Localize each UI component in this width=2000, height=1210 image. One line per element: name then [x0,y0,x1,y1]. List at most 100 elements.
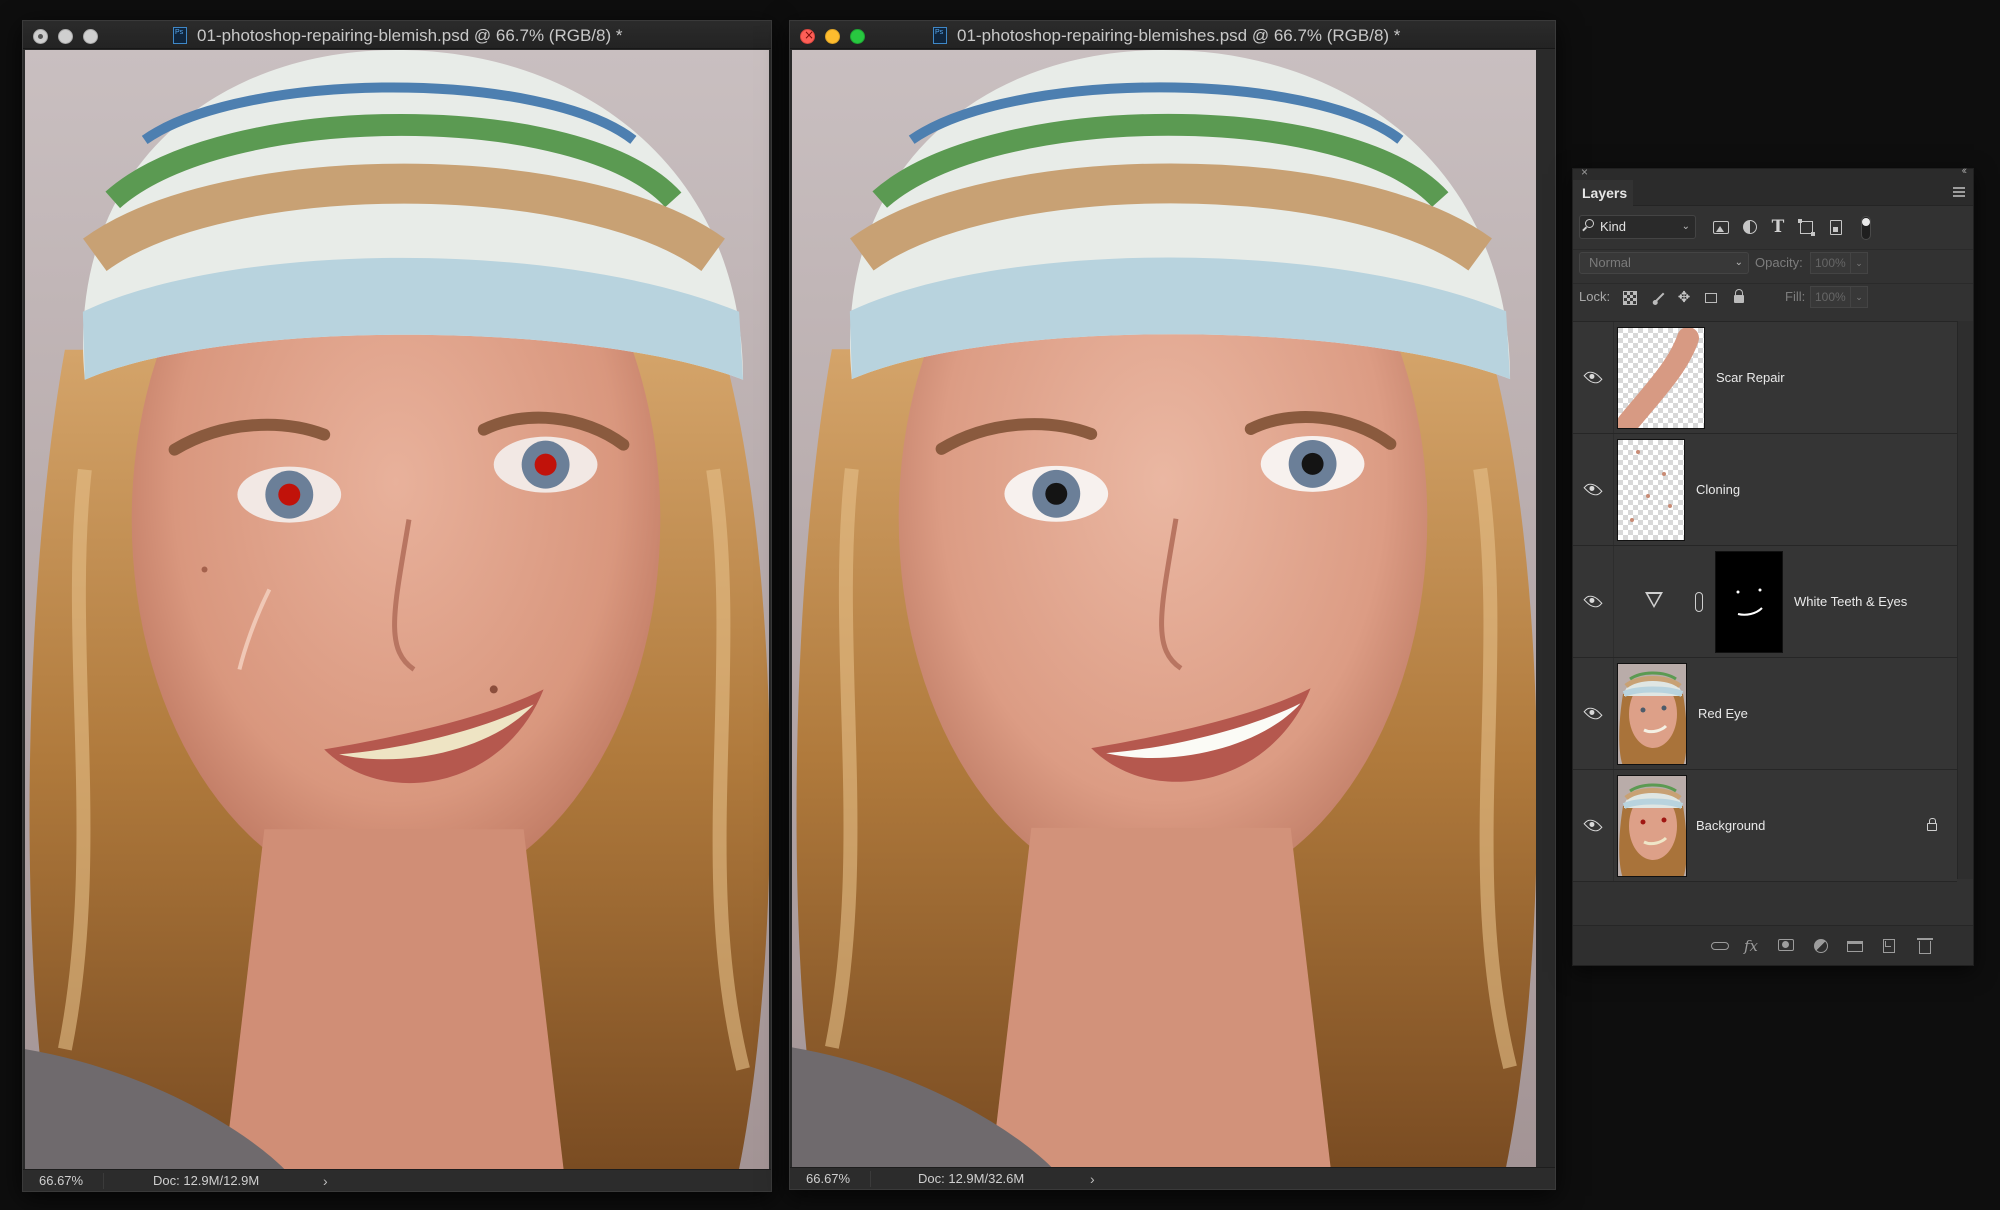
document-canvas[interactable] [792,50,1536,1167]
filter-kind-label: Kind [1600,219,1627,234]
document-title: 01-photoshop-repairing-blemish.psd @ 66.… [173,26,622,46]
collapse-panel-icon[interactable]: ‹‹ [1962,165,1968,177]
column-divider [1613,770,1614,881]
layer-row-white-teeth-eyes[interactable]: White Teeth & Eyes [1573,546,1957,658]
minimize-button[interactable] [58,29,73,44]
visibility-eye-icon[interactable] [1583,591,1603,611]
psd-document-icon [933,27,947,44]
cloning-spots-thumbnail [1630,449,1672,522]
layer-thumbnail [1617,774,1687,877]
blend-mode-row: Normal ⌄ Opacity: 100% ⌄ [1573,249,1973,275]
status-divider [103,1173,104,1189]
search-icon [1585,219,1594,228]
adjustment-layer-filter-icon[interactable] [1743,220,1757,234]
status-divider [870,1171,871,1187]
zoom-button[interactable] [83,29,98,44]
zoom-level[interactable]: 66.67% [806,1168,850,1190]
tab-layers[interactable]: Layers [1573,180,1633,206]
layer-thumbnail [1617,662,1687,765]
portrait-photo-after [792,50,1536,1167]
lock-image-pixels-icon[interactable] [1649,289,1665,304]
layer-name[interactable]: White Teeth & Eyes [1794,594,1907,609]
document-title: 01-photoshop-repairing-blemishes.psd @ 6… [933,26,1400,46]
delete-layer-icon[interactable] [1917,938,1933,954]
minimize-button[interactable] [825,29,840,44]
lock-position-icon[interactable]: ✥ [1677,290,1691,305]
blend-mode-select[interactable]: Normal ⌄ [1579,252,1749,274]
opacity-field[interactable]: 100% [1810,252,1850,274]
lock-artboard-icon[interactable] [1705,293,1717,303]
layers-panel: × ‹‹ Layers Kind ⌄ T Normal ⌄ Opacity: 1… [1572,165,1974,966]
shape-layer-filter-icon[interactable] [1798,219,1815,236]
close-panel-icon[interactable]: × [1581,165,1588,179]
layers-scrollbar[interactable] [1957,321,1973,879]
layer-filter-row: Kind ⌄ T [1573,214,1973,242]
layer-row-background[interactable]: Background [1573,770,1957,882]
layer-row-scar-repair[interactable]: Scar Repair [1573,322,1957,434]
lock-all-icon[interactable] [1734,289,1744,303]
document-window-original: 01-photoshop-repairing-blemish.psd @ 66.… [22,20,772,1192]
lock-transparent-pixels-icon[interactable] [1623,291,1637,305]
photoshop-workspace: 01-photoshop-repairing-blemish.psd @ 66.… [0,0,2000,1210]
visibility-eye-icon[interactable] [1583,479,1603,499]
doc-size-info: Doc: 12.9M/32.6M [918,1171,1025,1186]
panel-menu-icon[interactable] [1953,187,1965,197]
mask-link-icon[interactable] [1695,591,1703,612]
doc-size-info: Doc: 12.9M/12.9M [153,1173,260,1188]
panel-tab-bar: Layers [1573,180,1973,206]
layer-name[interactable]: Red Eye [1698,706,1748,721]
chevron-down-icon: ⌄ [1734,257,1743,268]
fill-field[interactable]: 100% [1810,286,1850,308]
zoom-button[interactable] [850,29,865,44]
layer-mask-thumbnail[interactable] [1715,550,1783,653]
layer-style-fx-icon[interactable]: fx [1743,939,1759,954]
new-layer-icon[interactable] [1883,939,1895,953]
smart-object-filter-icon[interactable] [1830,220,1842,235]
visibility-eye-icon[interactable] [1583,703,1603,723]
opacity-label: Opacity: [1755,255,1803,270]
column-divider [1613,322,1614,433]
column-divider [1613,658,1614,769]
type-layer-filter-icon[interactable]: T [1769,218,1787,236]
link-layers-icon[interactable] [1711,942,1729,950]
panel-header-strip[interactable]: × ‹‹ [1573,165,1973,180]
filter-kind-select[interactable]: Kind ⌄ [1579,215,1696,239]
layer-name[interactable]: Scar Repair [1716,370,1785,385]
fill-dropdown-icon[interactable]: ⌄ [1850,286,1868,308]
visibility-eye-icon[interactable] [1583,815,1603,835]
column-divider [1613,434,1614,545]
blend-mode-value: Normal [1589,255,1631,270]
document-titlebar[interactable]: 01-photoshop-repairing-blemish.psd @ 66.… [23,21,771,49]
mask-shape [1736,588,1763,616]
add-mask-icon[interactable] [1778,939,1794,951]
layer-name[interactable]: Cloning [1696,482,1740,497]
opacity-dropdown-icon[interactable]: ⌄ [1850,252,1868,274]
scar-paint-stroke-thumbnail [1618,327,1699,428]
layers-list: Scar Repair Cloning White Teeth & Eyes R… [1573,321,1957,882]
layer-row-cloning[interactable]: Cloning [1573,434,1957,546]
close-button[interactable] [800,28,815,44]
adjustment-layer-icon [1645,591,1663,608]
portrait-thumbnail [1618,775,1686,876]
close-button[interactable] [33,29,48,44]
psd-document-icon [173,27,187,44]
new-adjustment-layer-icon[interactable] [1814,939,1828,953]
fill-label: Fill: [1785,289,1806,304]
lock-row: Lock: ✥ Fill: 100% ⌄ [1573,283,1973,311]
layer-thumbnail [1617,326,1705,429]
status-menu-arrow-icon[interactable]: › [1090,1168,1095,1190]
layers-panel-footer: fx [1573,925,1973,965]
document-titlebar[interactable]: 01-photoshop-repairing-blemishes.psd @ 6… [790,21,1555,49]
visibility-eye-icon[interactable] [1583,367,1603,387]
zoom-level[interactable]: 66.67% [39,1170,83,1192]
layer-thumbnail [1617,438,1685,541]
pixel-layer-filter-icon[interactable] [1713,221,1729,234]
filter-toggle-switch[interactable] [1861,216,1871,240]
chevron-down-icon: ⌄ [1681,221,1690,232]
layer-name[interactable]: Background [1696,818,1765,833]
status-menu-arrow-icon[interactable]: › [323,1170,328,1192]
document-status-bar: 66.67% Doc: 12.9M/32.6M › [790,1167,1555,1189]
new-group-icon[interactable] [1847,941,1863,952]
layer-row-red-eye[interactable]: Red Eye [1573,658,1957,770]
document-canvas[interactable] [25,50,769,1169]
